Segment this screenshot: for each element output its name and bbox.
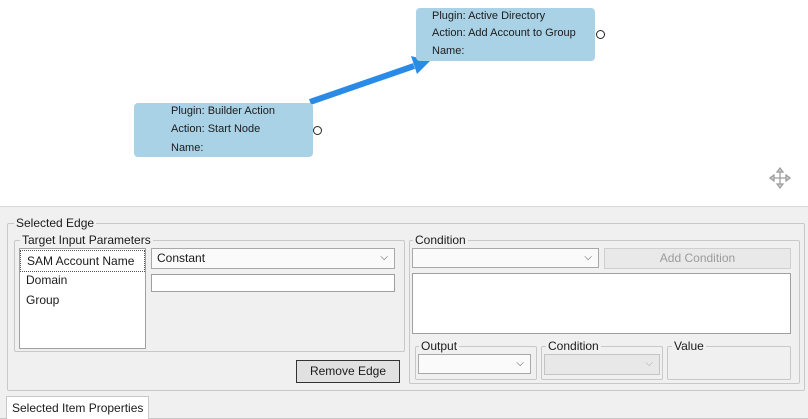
node-output-port[interactable]	[313, 126, 322, 135]
output-label: Output	[419, 339, 460, 353]
list-item[interactable]: Group	[20, 290, 145, 310]
condition-select[interactable]: ⌵	[412, 248, 599, 268]
source-type-select[interactable]: Constant ⌵	[151, 248, 395, 269]
output-select[interactable]: ⌵	[418, 354, 531, 374]
chevron-down-icon: ⌵	[380, 252, 388, 263]
condition-list[interactable]	[412, 273, 791, 334]
condition-operator-select[interactable]: ⌵	[544, 354, 660, 375]
target-input-parameters-title: Target Input Parameters	[20, 233, 153, 247]
action-value: Start Node	[207, 123, 261, 135]
add-condition-button[interactable]: Add Condition	[604, 248, 791, 269]
edge-layer	[309, 56, 430, 105]
condition-title: Condition	[413, 233, 468, 247]
name-label: Name:	[171, 142, 204, 154]
plugin-value: Active Directory	[468, 10, 546, 22]
name-label: Name:	[432, 45, 465, 57]
workflow-node-active-directory[interactable]: Plugin: Active Directory Action: Add Acc…	[416, 8, 595, 61]
plugin-value: Builder Action	[207, 105, 275, 117]
parameter-list[interactable]: SAM Account Name Domain Group	[19, 248, 146, 349]
chevron-down-icon: ⌵	[584, 252, 592, 263]
value-label: Value	[672, 339, 706, 353]
action-value: Add Account to Group	[468, 27, 576, 39]
list-item[interactable]: SAM Account Name	[20, 250, 145, 272]
chevron-down-icon: ⌵	[645, 358, 653, 369]
workflow-node-builder-action[interactable]: Plugin: Builder Action Action: Start Nod…	[134, 103, 313, 157]
pan-move-icon[interactable]	[769, 167, 791, 189]
remove-edge-button[interactable]: Remove Edge	[296, 360, 400, 383]
plugin-label: Plugin:	[432, 10, 466, 22]
selected-edge-title: Selected Edge	[14, 216, 97, 230]
plugin-label: Plugin:	[171, 105, 205, 117]
workflow-edge[interactable]	[309, 63, 415, 105]
action-label: Action:	[432, 27, 466, 39]
tab-selected-item-properties[interactable]: Selected Item Properties	[6, 396, 149, 419]
source-type-value: Constant	[157, 251, 206, 265]
node-output-port[interactable]	[596, 30, 605, 39]
chevron-down-icon: ⌵	[516, 358, 524, 369]
parameter-value-input[interactable]	[151, 274, 395, 292]
action-label: Action:	[171, 123, 205, 135]
condition-operator-label: Condition	[546, 339, 601, 353]
list-item[interactable]: Domain	[20, 270, 145, 290]
workflow-canvas[interactable]: Plugin: Active Directory Action: Add Acc…	[0, 0, 808, 207]
